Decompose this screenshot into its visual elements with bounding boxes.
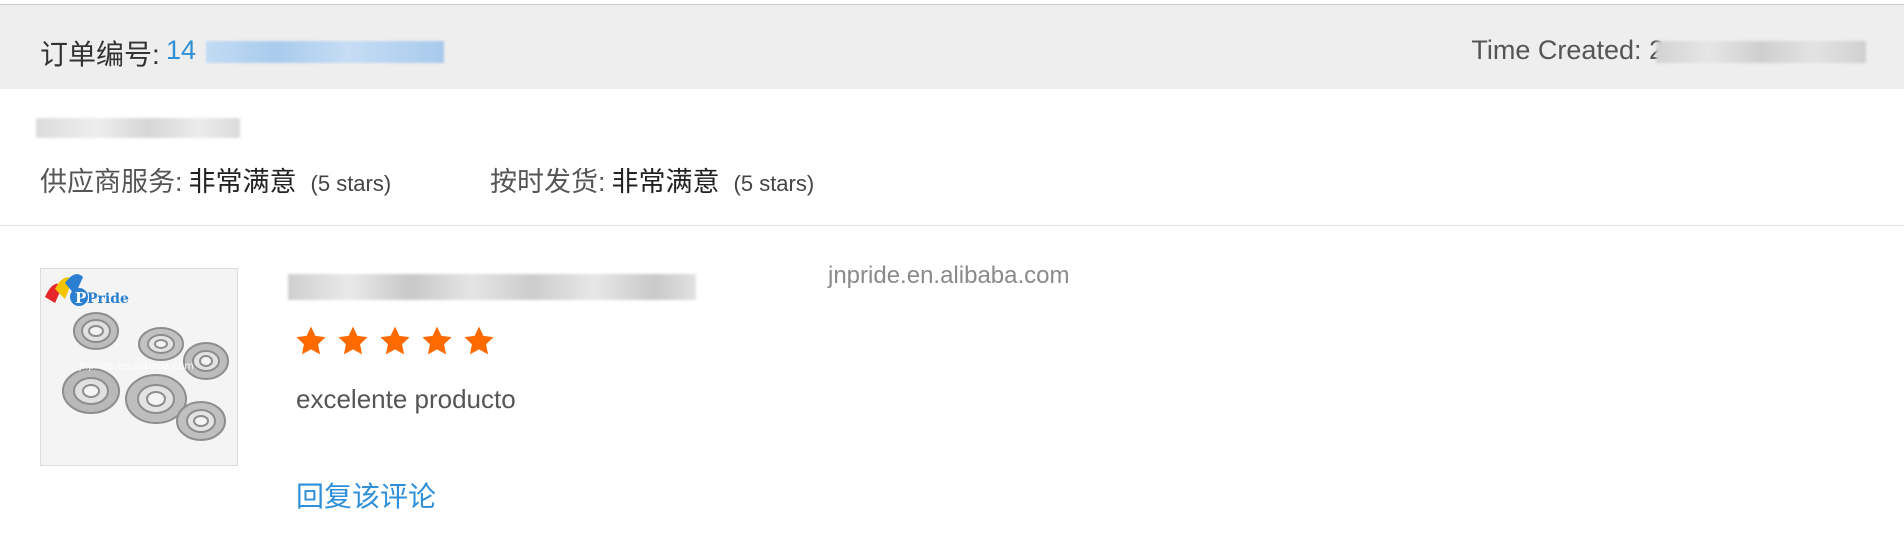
store-link[interactable]: jnpride.en.alibaba.com <box>828 262 1070 290</box>
order-number-redacted <box>206 41 444 63</box>
star-icon <box>380 326 410 355</box>
bearing-image: P Pride jnpride.en.alibaba.com <box>41 269 237 465</box>
supplier-service-value: 非常满意 <box>188 167 297 197</box>
star-icon <box>296 326 326 355</box>
on-time-delivery-value: 非常满意 <box>611 167 720 197</box>
bearing-6 <box>176 401 226 441</box>
section-divider <box>0 225 1904 226</box>
thumbnail-watermark: jnpride.en.alibaba.com <box>78 361 194 372</box>
order-review-card: 订单编号: 14 Time Created: 2 供应商服务: 非常满意 (5 st… <box>0 0 1904 551</box>
supplier-service-stars: (5 stars) <box>310 171 392 196</box>
time-created-redacted <box>1656 41 1866 63</box>
star-icon <box>338 326 368 355</box>
bearing-4 <box>62 368 120 414</box>
star-icon <box>422 326 452 355</box>
thumbnail-logo-text: Pride <box>87 291 129 307</box>
product-title-redacted[interactable] <box>288 274 696 300</box>
on-time-delivery-label: 按时发货: <box>490 167 606 197</box>
supplier-service-rating: 供应商服务: 非常满意 (5 stars) <box>40 160 391 200</box>
product-star-rating <box>294 324 496 358</box>
product-thumbnail[interactable]: P Pride jnpride.en.alibaba.com <box>40 268 238 466</box>
reply-review-link[interactable]: 回复该评论 <box>296 475 436 515</box>
star-icon <box>464 326 494 355</box>
review-text: excelente producto <box>296 384 516 414</box>
on-time-delivery-stars: (5 stars) <box>733 171 815 196</box>
order-number-link[interactable]: 14 <box>166 35 196 66</box>
on-time-delivery-rating: 按时发货: 非常满意 (5 stars) <box>490 160 814 200</box>
supplier-service-label: 供应商服务: <box>40 167 183 197</box>
order-header: 订单编号: 14 Time Created: 2 <box>0 5 1904 89</box>
thumbnail-logo-p: P <box>75 289 86 307</box>
buyer-name-redacted <box>36 118 240 138</box>
bearing-2 <box>138 327 184 361</box>
time-created-label: Time Created: 2 <box>1471 35 1664 65</box>
order-number-label: 订单编号: <box>40 39 160 70</box>
bearing-1 <box>73 312 119 350</box>
